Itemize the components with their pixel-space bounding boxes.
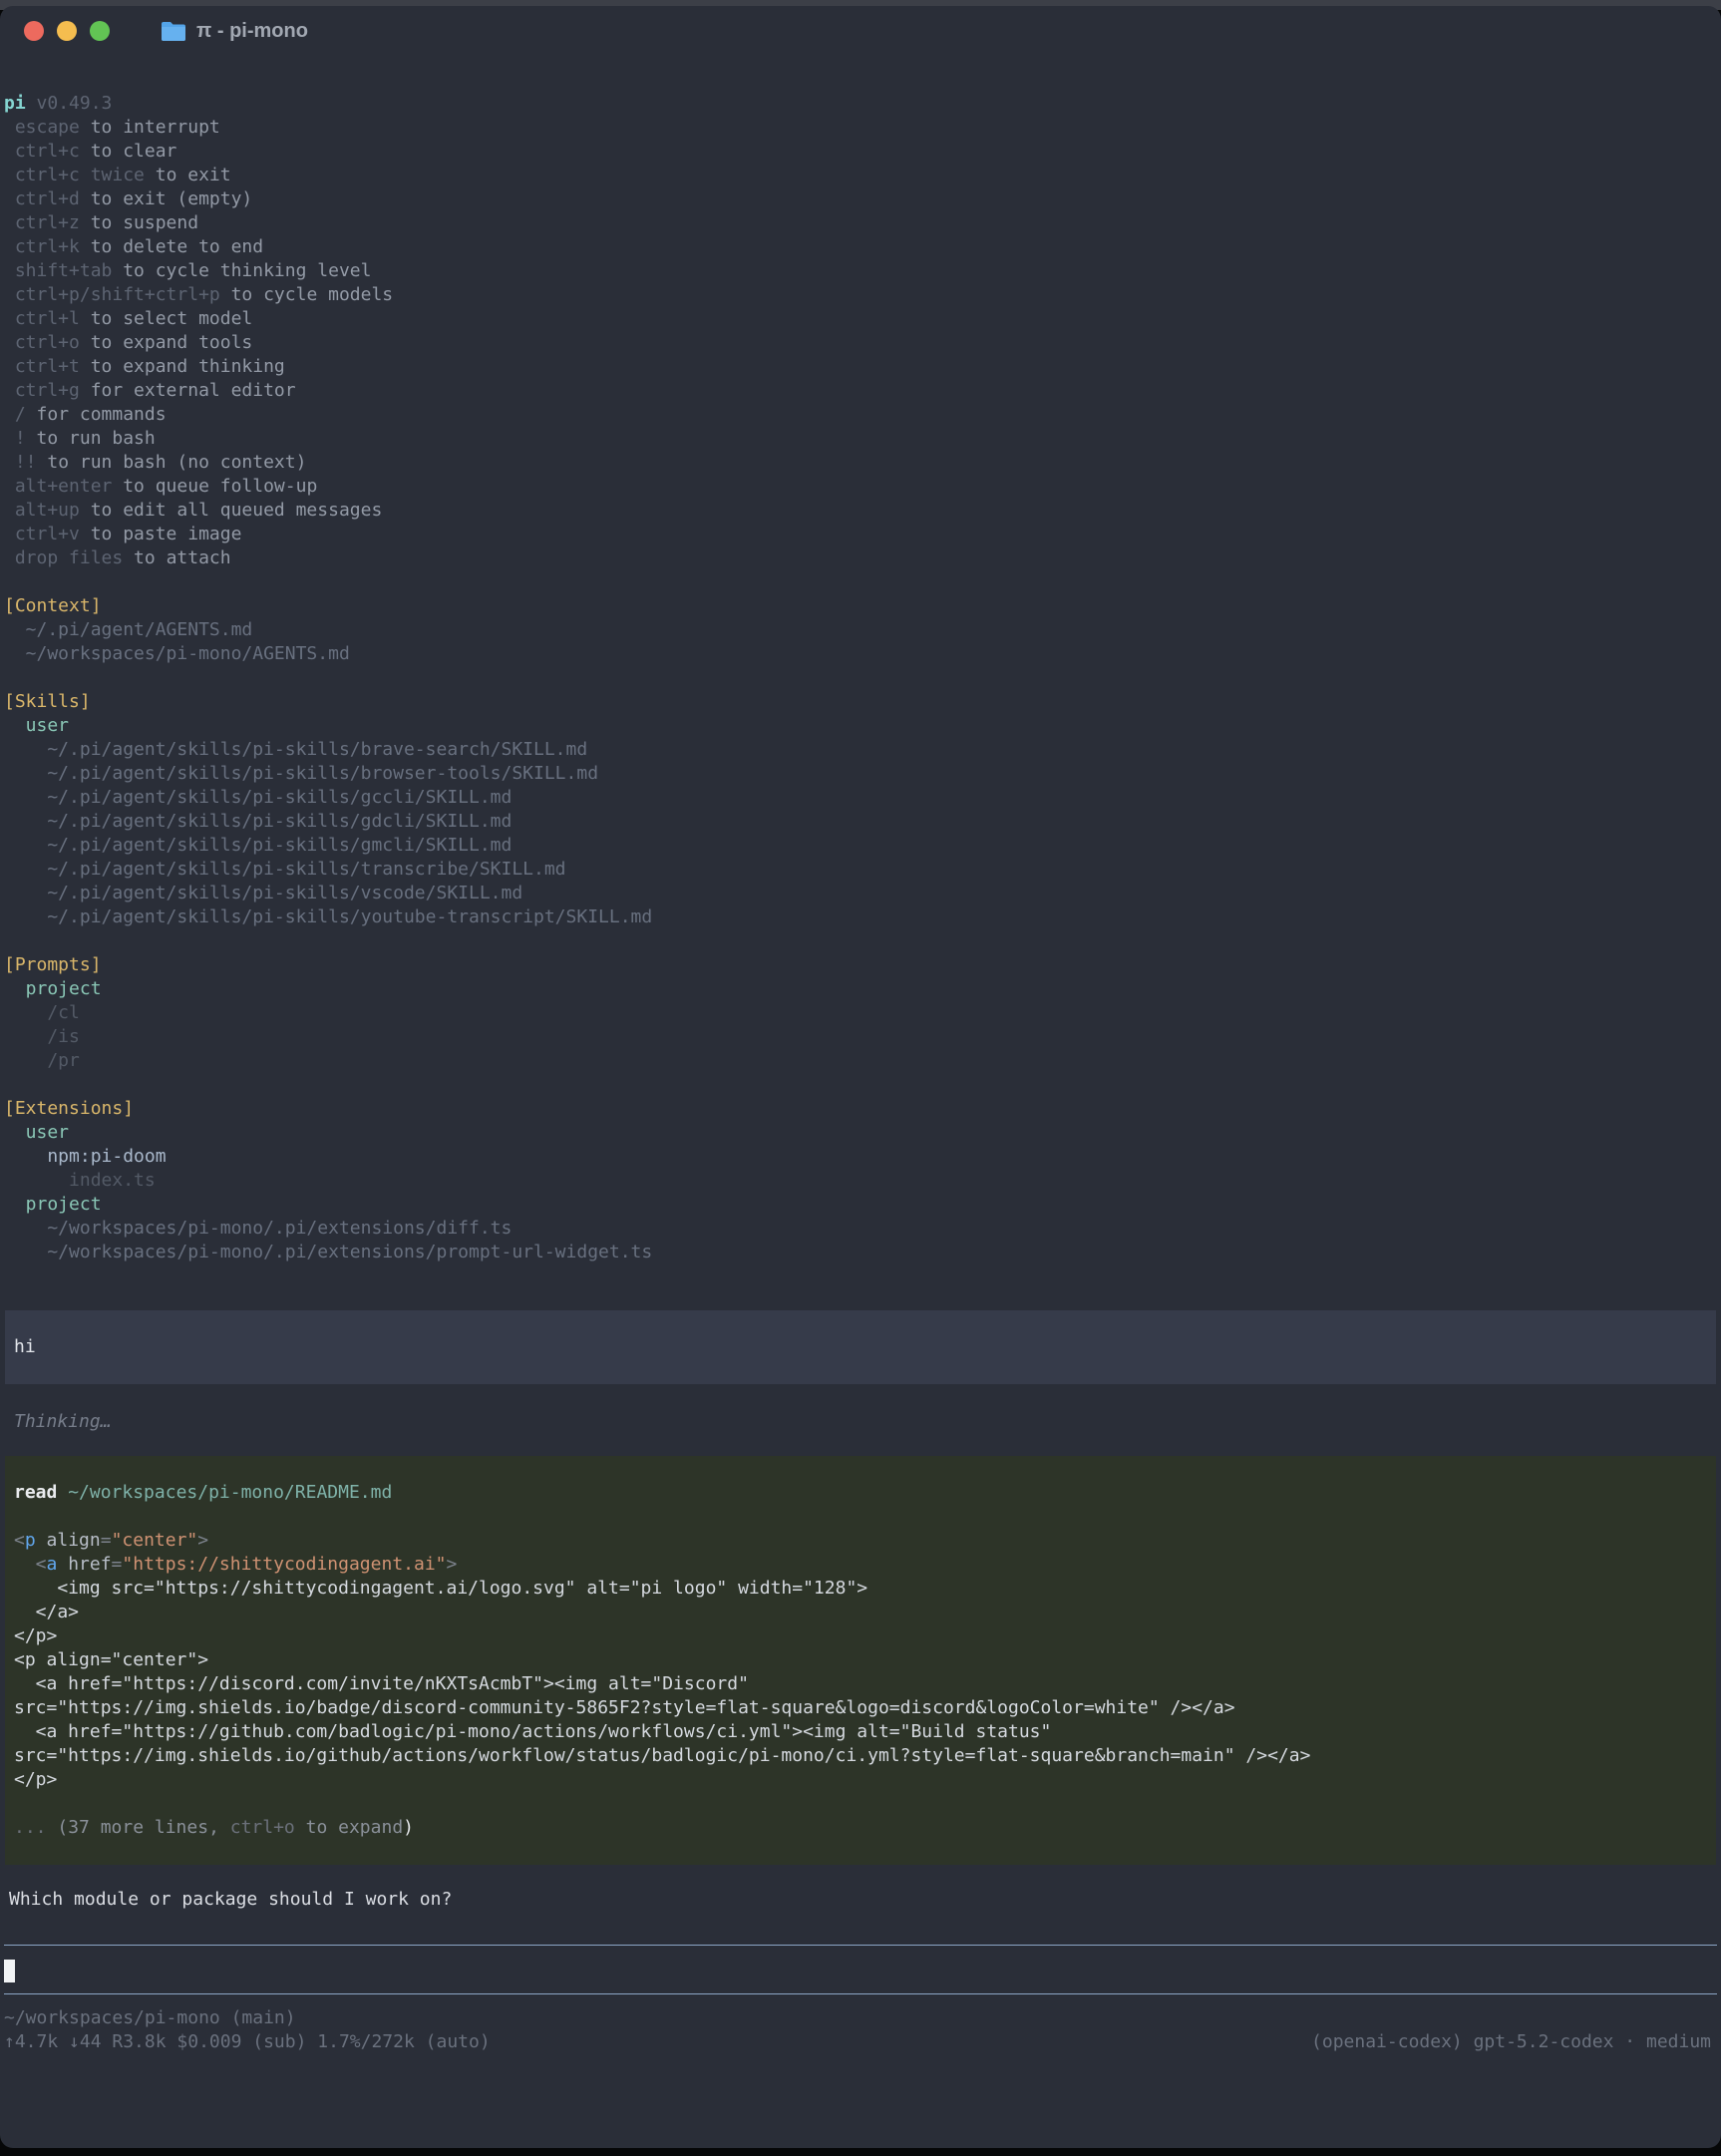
terminal-line: user: [4, 714, 1721, 738]
terminal-line: /pr: [4, 1049, 1721, 1073]
text-cursor: [4, 1960, 15, 1982]
terminal-line: alt+enter to queue follow-up: [4, 475, 1721, 499]
terminal-line: ~/.pi/agent/skills/pi-skills/gccli/SKILL…: [4, 786, 1721, 810]
prompt-editor[interactable]: [4, 1945, 1717, 1994]
terminal-line: project: [4, 977, 1721, 1001]
terminal-line: ctrl+d to exit (empty): [4, 187, 1721, 211]
window-title: π - pi-mono: [196, 20, 308, 43]
terminal-line: [Context]: [4, 594, 1721, 618]
terminal-line: ~/.pi/agent/skills/pi-skills/browser-too…: [4, 762, 1721, 786]
terminal-line: <p align="center">: [14, 1648, 1707, 1672]
terminal-line: ctrl+c twice to exit: [4, 164, 1721, 187]
terminal-line: ctrl+g for external editor: [4, 379, 1721, 403]
terminal-line: ~/workspaces/pi-mono/.pi/extensions/diff…: [4, 1217, 1721, 1241]
prompt-input-line[interactable]: [4, 1959, 1717, 1982]
terminal-line: ~/.pi/agent/skills/pi-skills/gdcli/SKILL…: [4, 810, 1721, 834]
terminal-line: npm:pi-doom: [4, 1145, 1721, 1169]
terminal-line: ctrl+v to paste image: [4, 523, 1721, 546]
traffic-light-zoom[interactable]: [90, 21, 110, 41]
terminal-line: [4, 929, 1721, 953]
terminal-line: ctrl+c to clear: [4, 140, 1721, 164]
terminal-line: [14, 1505, 1707, 1529]
terminal-line: ctrl+z to suspend: [4, 211, 1721, 235]
terminal-line: ctrl+k to delete to end: [4, 235, 1721, 259]
terminal-line: </p>: [14, 1768, 1707, 1792]
terminal-line: shift+tab to cycle thinking level: [4, 259, 1721, 283]
intro-help-block: pi v0.49.3 escape to interrupt ctrl+c to…: [0, 92, 1721, 1264]
traffic-light-close[interactable]: [24, 21, 44, 41]
terminal-line: ~/.pi/agent/AGENTS.md: [4, 618, 1721, 642]
terminal-line: /is: [4, 1025, 1721, 1049]
terminal-line: [4, 666, 1721, 690]
terminal-line: ! to run bash: [4, 427, 1721, 451]
terminal-line: pi v0.49.3: [4, 92, 1721, 116]
folder-icon: [161, 21, 186, 42]
assistant-message-text: Which module or package should I work on…: [9, 1888, 1721, 1912]
terminal-line: drop files to attach: [4, 546, 1721, 570]
terminal-line: ctrl+t to expand thinking: [4, 355, 1721, 379]
terminal-line: [4, 570, 1721, 594]
terminal-line: ctrl+p/shift+ctrl+p to cycle models: [4, 283, 1721, 307]
terminal-line: ~/.pi/agent/skills/pi-skills/gmcli/SKILL…: [4, 834, 1721, 858]
terminal-line: </a>: [14, 1601, 1707, 1624]
terminal-line: /cl: [4, 1001, 1721, 1025]
terminal-line: ctrl+l to select model: [4, 307, 1721, 331]
status-row: ↑4.7k ↓44 R3.8k $0.009 (sub) 1.7%/272k (…: [4, 2030, 1711, 2054]
terminal-line: [Extensions]: [4, 1097, 1721, 1121]
token-stats: ↑4.7k ↓44 R3.8k $0.009 (sub) 1.7%/272k (…: [4, 2030, 491, 2054]
tool-call-panel: read ~/workspaces/pi-mono/README.md <p a…: [5, 1456, 1716, 1865]
terminal-line: !! to run bash (no context): [4, 451, 1721, 475]
status-bar: ~/workspaces/pi-mono (main) ↑4.7k ↓44 R3…: [4, 2006, 1711, 2054]
terminal-line: alt+up to edit all queued messages: [4, 499, 1721, 523]
terminal-line: escape to interrupt: [4, 116, 1721, 140]
thinking-indicator: Thinking…: [14, 1410, 1721, 1434]
titlebar: π - pi-mono: [0, 6, 1721, 56]
terminal-line: / for commands: [4, 403, 1721, 427]
terminal-line: project: [4, 1193, 1721, 1217]
terminal-line: [Skills]: [4, 690, 1721, 714]
terminal-line: <p align="center">: [14, 1529, 1707, 1553]
terminal-line: ~/.pi/agent/skills/pi-skills/vscode/SKIL…: [4, 882, 1721, 905]
model-info: (openai-codex) gpt-5.2-codex · medium: [1311, 2030, 1711, 2054]
terminal-line: [14, 1792, 1707, 1816]
terminal-line: ~/.pi/agent/skills/pi-skills/brave-searc…: [4, 738, 1721, 762]
terminal-line: ~/workspaces/pi-mono/.pi/extensions/prom…: [4, 1241, 1721, 1264]
terminal-line: ctrl+o to expand tools: [4, 331, 1721, 355]
terminal-line: user: [4, 1121, 1721, 1145]
cwd-label: ~/workspaces/pi-mono (main): [4, 2006, 1711, 2030]
terminal-line: ~/workspaces/pi-mono/AGENTS.md: [4, 642, 1721, 666]
traffic-light-minimize[interactable]: [57, 21, 77, 41]
terminal-line: read ~/workspaces/pi-mono/README.md: [14, 1481, 1707, 1505]
terminal-line: [Prompts]: [4, 953, 1721, 977]
user-message-panel: hi: [5, 1310, 1716, 1384]
terminal-line: ~/.pi/agent/skills/pi-skills/youtube-tra…: [4, 905, 1721, 929]
terminal-line: ~/.pi/agent/skills/pi-skills/transcribe/…: [4, 858, 1721, 882]
terminal-line: <a href="https://shittycodingagent.ai">: [14, 1553, 1707, 1577]
terminal-line: index.ts: [4, 1169, 1721, 1193]
terminal-window: π - pi-mono pi v0.49.3 escape to interru…: [0, 6, 1721, 2148]
terminal-line: [4, 1073, 1721, 1097]
terminal-line: </p>: [14, 1624, 1707, 1648]
user-message-text: hi: [14, 1335, 1707, 1359]
terminal-line: <a href="https://github.com/badlogic/pi-…: [14, 1720, 1707, 1744]
terminal-line: src="https://img.shields.io/github/actio…: [14, 1744, 1707, 1768]
terminal-line: <a href="https://discord.com/invite/nKXT…: [14, 1672, 1707, 1696]
terminal-line: ... (37 more lines, ctrl+o to expand): [14, 1816, 1707, 1840]
terminal-scrollback: pi v0.49.3 escape to interrupt ctrl+c to…: [0, 56, 1721, 2054]
terminal-line: src="https://img.shields.io/badge/discor…: [14, 1696, 1707, 1720]
terminal-line: <img src="https://shittycodingagent.ai/l…: [14, 1577, 1707, 1601]
